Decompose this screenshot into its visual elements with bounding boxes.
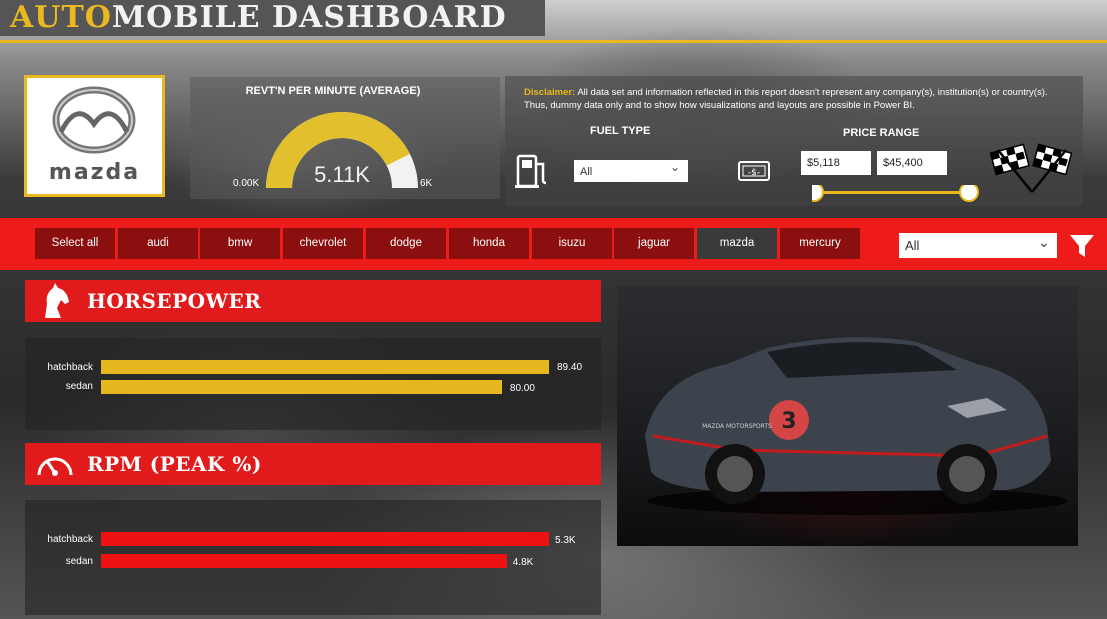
rpm-value-hatchback: 5.3K xyxy=(555,535,576,546)
horsepower-header: HORSEPOWER xyxy=(25,280,601,322)
fuel-type-label: FUEL TYPE xyxy=(590,125,651,137)
rpm-bar-sedan xyxy=(101,554,507,568)
rpm-bar-hatchback xyxy=(101,532,549,546)
gauge-min-label: 0.00K xyxy=(233,178,260,189)
brand-logo: mazda xyxy=(24,75,165,197)
brand-select-all-button[interactable]: Select all xyxy=(35,228,115,259)
mazda-emblem-icon xyxy=(52,86,136,154)
fuel-pump-icon xyxy=(515,154,547,188)
hp-bar-hatchback xyxy=(101,360,549,374)
speedometer-icon xyxy=(37,457,73,476)
page-title: AUTOMOBILE DASHBOARD xyxy=(10,0,507,35)
horse-head-icon xyxy=(45,283,69,318)
brand-button-isuzu[interactable]: isuzu xyxy=(532,228,612,259)
gauge-title: REVT'N PER MINUTE (AVERAGE) xyxy=(245,85,421,97)
rpm-header: RPM (PEAK %) xyxy=(25,443,601,485)
brand-button-jaguar[interactable]: jaguar xyxy=(614,228,694,259)
horsepower-title: HORSEPOWER xyxy=(87,289,262,313)
hp-bar-label-hatchback: hatchback xyxy=(47,362,93,373)
rpm-bar-label-hatchback: hatchback xyxy=(47,534,93,545)
slider-track xyxy=(812,191,972,194)
header-divider xyxy=(0,40,1107,43)
brand-button-honda[interactable]: honda xyxy=(449,228,529,259)
chevron-down-icon: ⌄ xyxy=(1038,234,1050,250)
hp-bar-label-sedan: sedan xyxy=(65,381,93,392)
hp-value-sedan: 80.00 xyxy=(509,383,535,394)
checkered-flags-icon xyxy=(989,143,1073,193)
hp-bar-sedan xyxy=(101,380,502,394)
filter-funnel-icon[interactable] xyxy=(1068,232,1096,260)
price-max-input[interactable]: $45,400 xyxy=(877,151,947,175)
chevron-down-icon: ⌄ xyxy=(670,160,681,174)
money-icon: -$- xyxy=(738,161,770,181)
brand-button-chevrolet[interactable]: chevrolet xyxy=(283,228,363,259)
car-photo: 3 MAZDA MOTORSPORTS xyxy=(617,286,1078,546)
hp-value-hatchback: 89.40 xyxy=(557,362,583,373)
brand-button-audi[interactable]: audi xyxy=(118,228,198,259)
gauge-value: 5.11K xyxy=(314,162,370,187)
brand-button-bmw[interactable]: bmw xyxy=(200,228,280,259)
race-car-illustration: 3 MAZDA MOTORSPORTS xyxy=(645,337,1067,515)
brand-button-mercury[interactable]: mercury xyxy=(780,228,860,259)
rpm-bar-label-sedan: sedan xyxy=(65,556,93,567)
brand-button-mazda[interactable]: mazda xyxy=(697,228,777,259)
brand-button-dodge[interactable]: dodge xyxy=(366,228,446,259)
slider-max-handle[interactable] xyxy=(959,185,979,202)
rpm-value-sedan: 4.8K xyxy=(512,557,534,568)
body-type-dropdown[interactable]: All xyxy=(899,233,1057,258)
svg-text:-$-: -$- xyxy=(748,168,760,178)
brand-logo-text: mazda xyxy=(48,160,141,185)
rpm-title: RPM (PEAK %) xyxy=(87,452,262,476)
slider-min-handle[interactable] xyxy=(812,185,824,202)
car-decal-number: 3 xyxy=(781,409,796,434)
price-range-slider[interactable] xyxy=(812,185,984,207)
price-min-input[interactable]: $5,118 xyxy=(801,151,871,175)
disclaimer-text: Disclaimer: All data set and information… xyxy=(524,87,1048,111)
price-range-label: PRICE RANGE xyxy=(843,127,920,139)
car-decal-text: MAZDA MOTORSPORTS xyxy=(702,423,772,430)
gauge-max-label: 6K xyxy=(420,178,433,189)
